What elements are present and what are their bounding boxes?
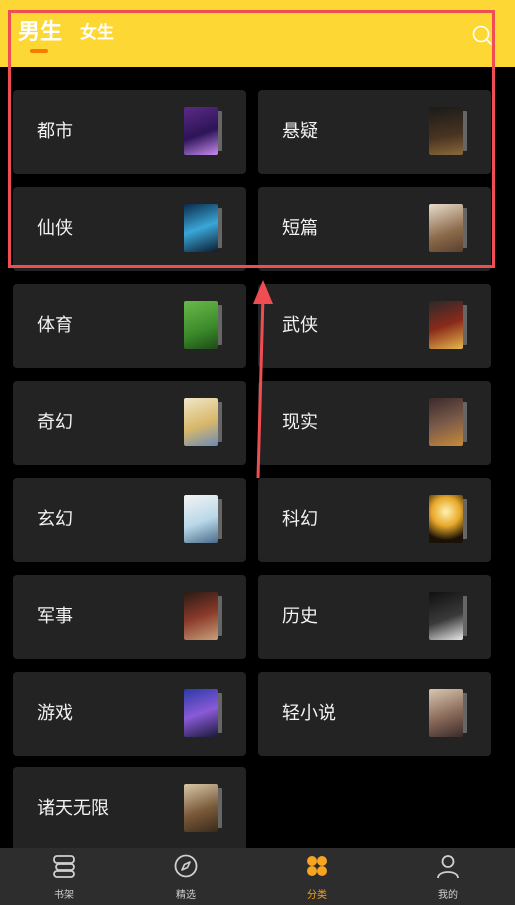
bookshelf-icon xyxy=(53,855,75,878)
nav-bookshelf[interactable]: 书架 xyxy=(0,848,128,905)
bottom-nav: 书架 精选 分类 我的 xyxy=(0,848,515,905)
nav-featured[interactable]: 精选 xyxy=(122,848,250,905)
nav-label: 书架 xyxy=(54,890,74,901)
nav-label: 我的 xyxy=(438,890,458,901)
nav-label: 分类 xyxy=(307,890,327,901)
nav-profile[interactable]: 我的 xyxy=(384,848,512,905)
nav-label: 精选 xyxy=(176,890,196,901)
nav-category[interactable]: 分类 xyxy=(253,848,381,905)
category-icon xyxy=(307,856,327,876)
compass-icon xyxy=(174,854,198,878)
annotation-arrow xyxy=(253,280,273,479)
profile-icon xyxy=(437,855,459,879)
